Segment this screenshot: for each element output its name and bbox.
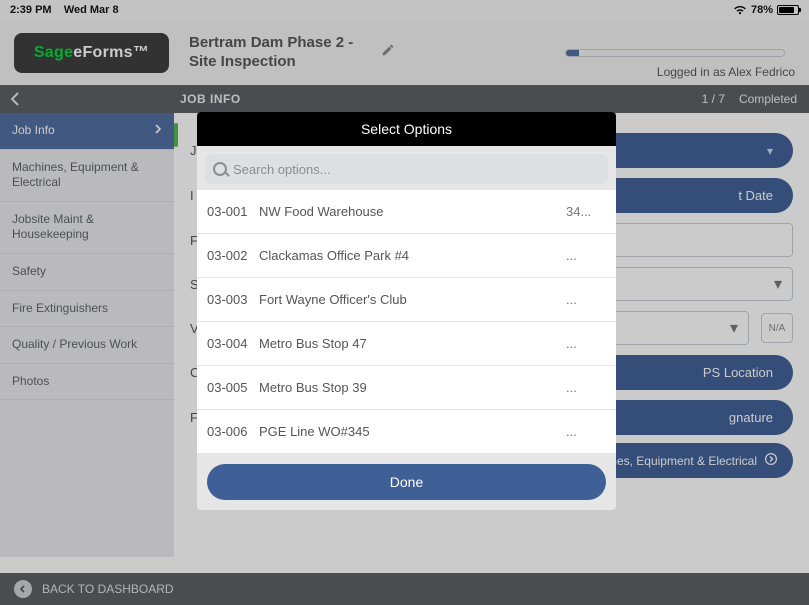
option-row[interactable]: 03-006 PGE Line WO#345 ...: [197, 410, 616, 454]
modal-title: Select Options: [197, 112, 616, 146]
option-code: 03-004: [197, 336, 259, 351]
option-extra: 34...: [566, 204, 616, 219]
option-name: Fort Wayne Officer's Club: [259, 292, 566, 307]
option-row[interactable]: 03-004 Metro Bus Stop 47 ...: [197, 322, 616, 366]
option-code: 03-003: [197, 292, 259, 307]
option-code: 03-001: [197, 204, 259, 219]
option-extra: ...: [566, 336, 616, 351]
option-extra: ...: [566, 292, 616, 307]
option-row[interactable]: 03-002 Clackamas Office Park #4 ...: [197, 234, 616, 278]
option-name: PGE Line WO#345: [259, 424, 566, 439]
option-name: Metro Bus Stop 39: [259, 380, 566, 395]
option-row[interactable]: 03-005 Metro Bus Stop 39 ...: [197, 366, 616, 410]
option-name: Metro Bus Stop 47: [259, 336, 566, 351]
search-input[interactable]: Search options...: [205, 154, 608, 184]
option-row[interactable]: 03-003 Fort Wayne Officer's Club ...: [197, 278, 616, 322]
select-options-modal: Select Options Search options... 03-001 …: [197, 112, 616, 510]
option-code: 03-002: [197, 248, 259, 263]
option-name: NW Food Warehouse: [259, 204, 566, 219]
option-extra: ...: [566, 380, 616, 395]
button-label: Done: [390, 474, 423, 490]
option-code: 03-006: [197, 424, 259, 439]
option-name: Clackamas Office Park #4: [259, 248, 566, 263]
option-row[interactable]: 03-001 NW Food Warehouse 34...: [197, 190, 616, 234]
option-extra: ...: [566, 424, 616, 439]
done-button[interactable]: Done: [207, 464, 606, 500]
option-extra: ...: [566, 248, 616, 263]
option-code: 03-005: [197, 380, 259, 395]
search-placeholder: Search options...: [233, 162, 331, 177]
search-icon: [213, 162, 227, 176]
options-list[interactable]: 03-001 NW Food Warehouse 34... 03-002 Cl…: [197, 190, 616, 454]
